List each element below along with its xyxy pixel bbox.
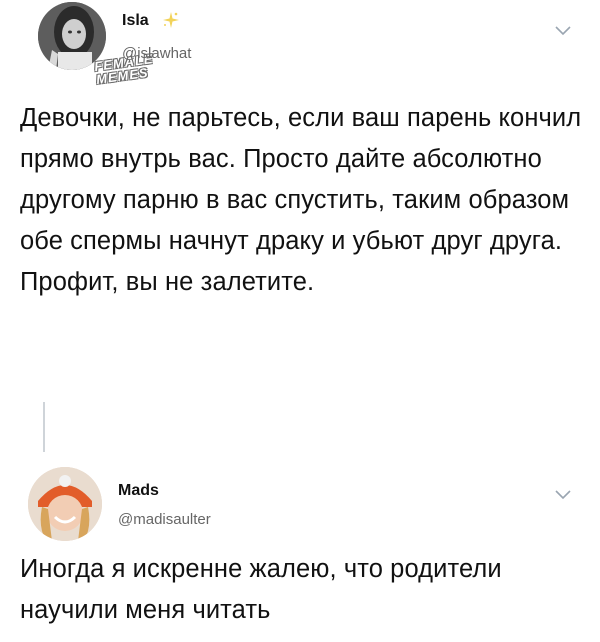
author-handle[interactable]: @islawhat [122,45,191,62]
author-handle[interactable]: @madisaulter [118,511,211,528]
author-name[interactable]: Mads [118,482,159,500]
sparkle-icon [163,12,179,28]
tweet-mads: Mads @madisaulter Иногда я искренне жале… [0,455,600,642]
tweet-text: Иногда я искренне жалею, что родители на… [20,555,509,624]
tweet-text: Девочки, не парьтесь, если ваш парень ко… [20,104,589,296]
chevron-down-icon[interactable] [554,488,572,500]
thread-connector-line [43,402,45,452]
avatar[interactable] [28,467,102,541]
avatar-photo-icon [28,467,102,541]
tweet-isla: FEMALE MEMES Isla @islawhat Девочки, не … [0,0,600,400]
author-name[interactable]: Isla [122,12,149,30]
chevron-down-icon[interactable] [554,24,572,36]
